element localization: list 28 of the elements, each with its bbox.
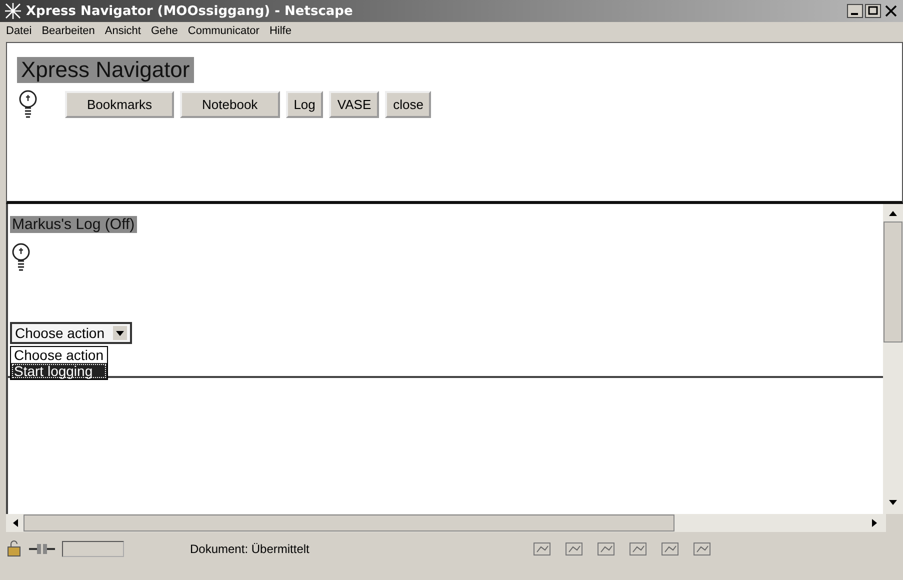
close-button[interactable]: [883, 4, 899, 18]
lightbulb-icon: [17, 89, 39, 119]
minimize-button[interactable]: [847, 4, 863, 18]
dropdown-option[interactable]: Start logging: [11, 363, 107, 379]
lock-icon[interactable]: [6, 540, 22, 558]
menu-item[interactable]: Ansicht: [104, 25, 141, 37]
vertical-scrollbar[interactable]: [883, 204, 903, 514]
menu-item[interactable]: Gehe: [150, 25, 178, 37]
nav-button[interactable]: VASE: [329, 90, 380, 118]
nav-button[interactable]: Bookmarks: [65, 90, 174, 118]
menu-item[interactable]: Communicator: [188, 25, 260, 37]
horizontal-scrollbar[interactable]: [6, 514, 886, 532]
lightbulb-icon: [10, 242, 32, 272]
status-text: Dokument: Übermittelt: [189, 542, 310, 556]
menu-item[interactable]: Datei: [6, 25, 32, 37]
nav-button[interactable]: Notebook: [180, 90, 280, 118]
app-icon: [4, 2, 22, 20]
page-heading: Xpress Navigator: [17, 57, 194, 83]
nav-button[interactable]: close: [385, 90, 432, 118]
dropdown-option[interactable]: Choose action: [11, 347, 107, 363]
action-select[interactable]: Choose action: [10, 322, 132, 344]
log-heading: Markus's Log (Off): [10, 216, 137, 233]
menu-item[interactable]: Bearbeiten: [42, 25, 95, 37]
nav-button[interactable]: Log: [286, 90, 324, 118]
menu-item[interactable]: Hilfe: [269, 25, 292, 37]
window-title: Xpress Navigator (MOOssiggang) - Netscape: [26, 4, 354, 18]
maximize-button[interactable]: [865, 4, 881, 18]
status-panel: [62, 541, 124, 557]
